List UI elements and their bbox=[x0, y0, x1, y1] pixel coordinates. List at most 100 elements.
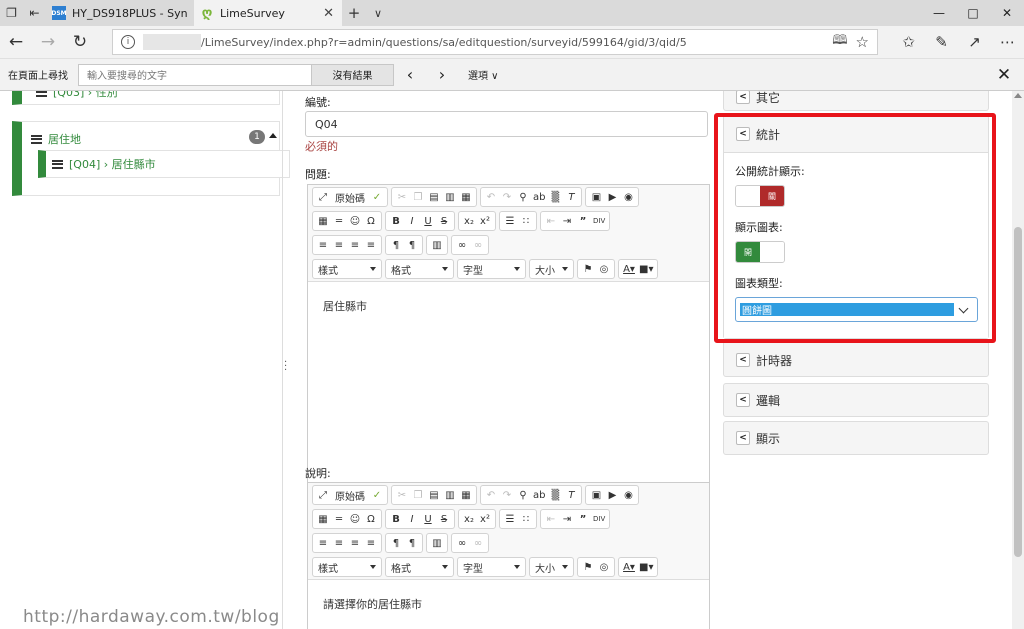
question-group-item[interactable]: 居住地 1 [Q04] › 居住縣市 bbox=[12, 121, 290, 196]
maximize-editor-icon[interactable]: ⤢ bbox=[315, 487, 331, 503]
copy-icon[interactable]: ❐ bbox=[410, 189, 426, 205]
cut-icon[interactable]: ✂ bbox=[394, 189, 410, 205]
unlink-icon[interactable]: ∞ bbox=[470, 237, 486, 253]
question-link[interactable]: [Q03] › 性別 bbox=[53, 91, 118, 100]
flag-icon[interactable]: ⚑ bbox=[580, 559, 596, 575]
subscript-icon[interactable]: x₂ bbox=[461, 511, 477, 527]
ltr-icon[interactable]: ¶ bbox=[388, 237, 404, 253]
indent-icon[interactable]: ⇥ bbox=[559, 213, 575, 229]
select-all-icon[interactable]: ▒ bbox=[547, 487, 563, 503]
align-left-icon[interactable]: ≡ bbox=[315, 535, 331, 551]
outdent-icon[interactable]: ⇤ bbox=[543, 511, 559, 527]
globe-icon[interactable]: ◎ bbox=[596, 261, 612, 277]
size-dropdown[interactable]: 大小 bbox=[529, 259, 574, 279]
special-char-icon[interactable]: Ω bbox=[363, 511, 379, 527]
bulleted-list-icon[interactable]: ∷ bbox=[518, 213, 534, 229]
blockquote-icon[interactable]: ” bbox=[575, 213, 591, 229]
smiley-icon[interactable]: ☺ bbox=[347, 511, 363, 527]
spellcheck-icon[interactable]: ✓ bbox=[369, 487, 385, 503]
find-search-input[interactable]: 輸入要搜尋的文字 bbox=[78, 63, 312, 86]
close-window-icon[interactable]: ✕ bbox=[990, 0, 1024, 26]
new-tab-button[interactable]: + bbox=[342, 0, 366, 26]
forward-icon[interactable]: → bbox=[32, 26, 64, 58]
horizontal-rule-icon[interactable]: ═ bbox=[331, 511, 347, 527]
text-color-icon[interactable]: A▾ bbox=[621, 559, 637, 575]
question-item[interactable]: [Q04] › 居住縣市 bbox=[38, 150, 290, 178]
public-stats-toggle[interactable]: 關 bbox=[735, 185, 785, 207]
find-icon[interactable]: ⚲ bbox=[515, 189, 531, 205]
bold-icon[interactable]: B bbox=[388, 511, 404, 527]
reading-view-icon[interactable]: 🕮 bbox=[832, 31, 847, 53]
panel-header[interactable]: < 顯示 bbox=[724, 422, 988, 454]
flag-icon[interactable]: ⚑ bbox=[580, 261, 596, 277]
flash-icon[interactable]: ◉ bbox=[620, 487, 636, 503]
background-color-icon[interactable]: ■▾ bbox=[637, 559, 655, 575]
align-justify-icon[interactable]: ≡ bbox=[363, 535, 379, 551]
font-dropdown[interactable]: 字型 bbox=[457, 557, 526, 577]
video-icon[interactable]: ▶ bbox=[604, 487, 620, 503]
code-input[interactable]: Q04 bbox=[305, 111, 708, 137]
find-icon[interactable]: ⚲ bbox=[515, 487, 531, 503]
image-icon[interactable]: ▣ bbox=[588, 487, 604, 503]
drag-handle-icon[interactable] bbox=[52, 159, 63, 169]
panel-timer[interactable]: < 計時器 bbox=[723, 341, 989, 377]
cut-icon[interactable]: ✂ bbox=[394, 487, 410, 503]
panel-header[interactable]: < 其它 bbox=[724, 91, 988, 111]
panel-other[interactable]: < 其它 bbox=[723, 91, 989, 111]
redo-icon[interactable]: ↷ bbox=[499, 487, 515, 503]
scrollbar-thumb[interactable] bbox=[1014, 227, 1022, 557]
find-close-icon[interactable]: ✕ bbox=[984, 65, 1024, 85]
question-link[interactable]: [Q04] › 居住縣市 bbox=[69, 156, 156, 172]
remove-format-icon[interactable]: T bbox=[563, 189, 579, 205]
numbered-list-icon[interactable]: ☰ bbox=[502, 213, 518, 229]
bulleted-list-icon[interactable]: ∷ bbox=[518, 511, 534, 527]
table-icon[interactable]: ▦ bbox=[315, 213, 331, 229]
undo-icon[interactable]: ↶ bbox=[483, 189, 499, 205]
indent-icon[interactable]: ⇥ bbox=[559, 511, 575, 527]
refresh-icon[interactable]: ↻ bbox=[64, 26, 96, 58]
panel-logic[interactable]: < 邏輯 bbox=[723, 383, 989, 417]
link-icon[interactable]: ∞ bbox=[454, 535, 470, 551]
paste-icon[interactable]: ▤ bbox=[426, 487, 442, 503]
style-dropdown[interactable]: 樣式 bbox=[312, 557, 382, 577]
address-bar[interactable]: i /LimeSurvey/index.php?r=admin/question… bbox=[112, 29, 878, 55]
find-previous-icon[interactable]: ‹ bbox=[394, 65, 426, 84]
special-char-icon[interactable]: Ω bbox=[363, 213, 379, 229]
paste-text-icon[interactable]: ▥ bbox=[442, 487, 458, 503]
help-edit-area[interactable]: 請選擇你的居住縣市 bbox=[308, 579, 709, 629]
paste-text-icon[interactable]: ▥ bbox=[442, 189, 458, 205]
collapse-caret-icon[interactable] bbox=[269, 133, 277, 138]
align-center-icon[interactable]: ≡ bbox=[331, 237, 347, 253]
div-container-icon[interactable]: DIV bbox=[591, 511, 607, 527]
spellcheck-icon[interactable]: ✓ bbox=[369, 189, 385, 205]
panel-header[interactable]: < 計時器 bbox=[724, 342, 988, 378]
source-button[interactable]: 原始碼 bbox=[331, 487, 369, 503]
paste-word-icon[interactable]: ▦ bbox=[458, 189, 474, 205]
templates-icon[interactable]: ▥ bbox=[429, 535, 445, 551]
group-name[interactable]: 居住地 bbox=[48, 131, 81, 147]
page-scrollbar[interactable] bbox=[1012, 91, 1024, 629]
maximize-icon[interactable]: □ bbox=[956, 0, 990, 26]
remove-format-icon[interactable]: T bbox=[563, 487, 579, 503]
more-menu-icon[interactable]: ⋯ bbox=[991, 26, 1024, 58]
show-chart-toggle[interactable]: 開 bbox=[735, 241, 785, 263]
redo-icon[interactable]: ↷ bbox=[499, 189, 515, 205]
image-icon[interactable]: ▣ bbox=[588, 189, 604, 205]
font-dropdown[interactable]: 字型 bbox=[457, 259, 526, 279]
outdent-icon[interactable]: ⇤ bbox=[543, 213, 559, 229]
size-dropdown[interactable]: 大小 bbox=[529, 557, 574, 577]
panel-display[interactable]: < 顯示 bbox=[723, 421, 989, 455]
strike-icon[interactable]: S bbox=[436, 213, 452, 229]
align-center-icon[interactable]: ≡ bbox=[331, 535, 347, 551]
maximize-editor-icon[interactable]: ⤢ bbox=[315, 189, 331, 205]
numbered-list-icon[interactable]: ☰ bbox=[502, 511, 518, 527]
find-next-icon[interactable]: › bbox=[426, 65, 458, 84]
close-tab-icon[interactable]: ✕ bbox=[321, 6, 336, 21]
div-container-icon[interactable]: DIV bbox=[591, 213, 607, 229]
set-aside-tabs-icon[interactable]: ⇤ bbox=[23, 0, 46, 26]
rtl-icon[interactable]: ¶ bbox=[404, 535, 420, 551]
align-left-icon[interactable]: ≡ bbox=[315, 237, 331, 253]
favorite-star-icon[interactable]: ☆ bbox=[856, 33, 877, 51]
background-color-icon[interactable]: ■▾ bbox=[637, 261, 655, 277]
drag-handle-icon[interactable] bbox=[31, 134, 42, 144]
